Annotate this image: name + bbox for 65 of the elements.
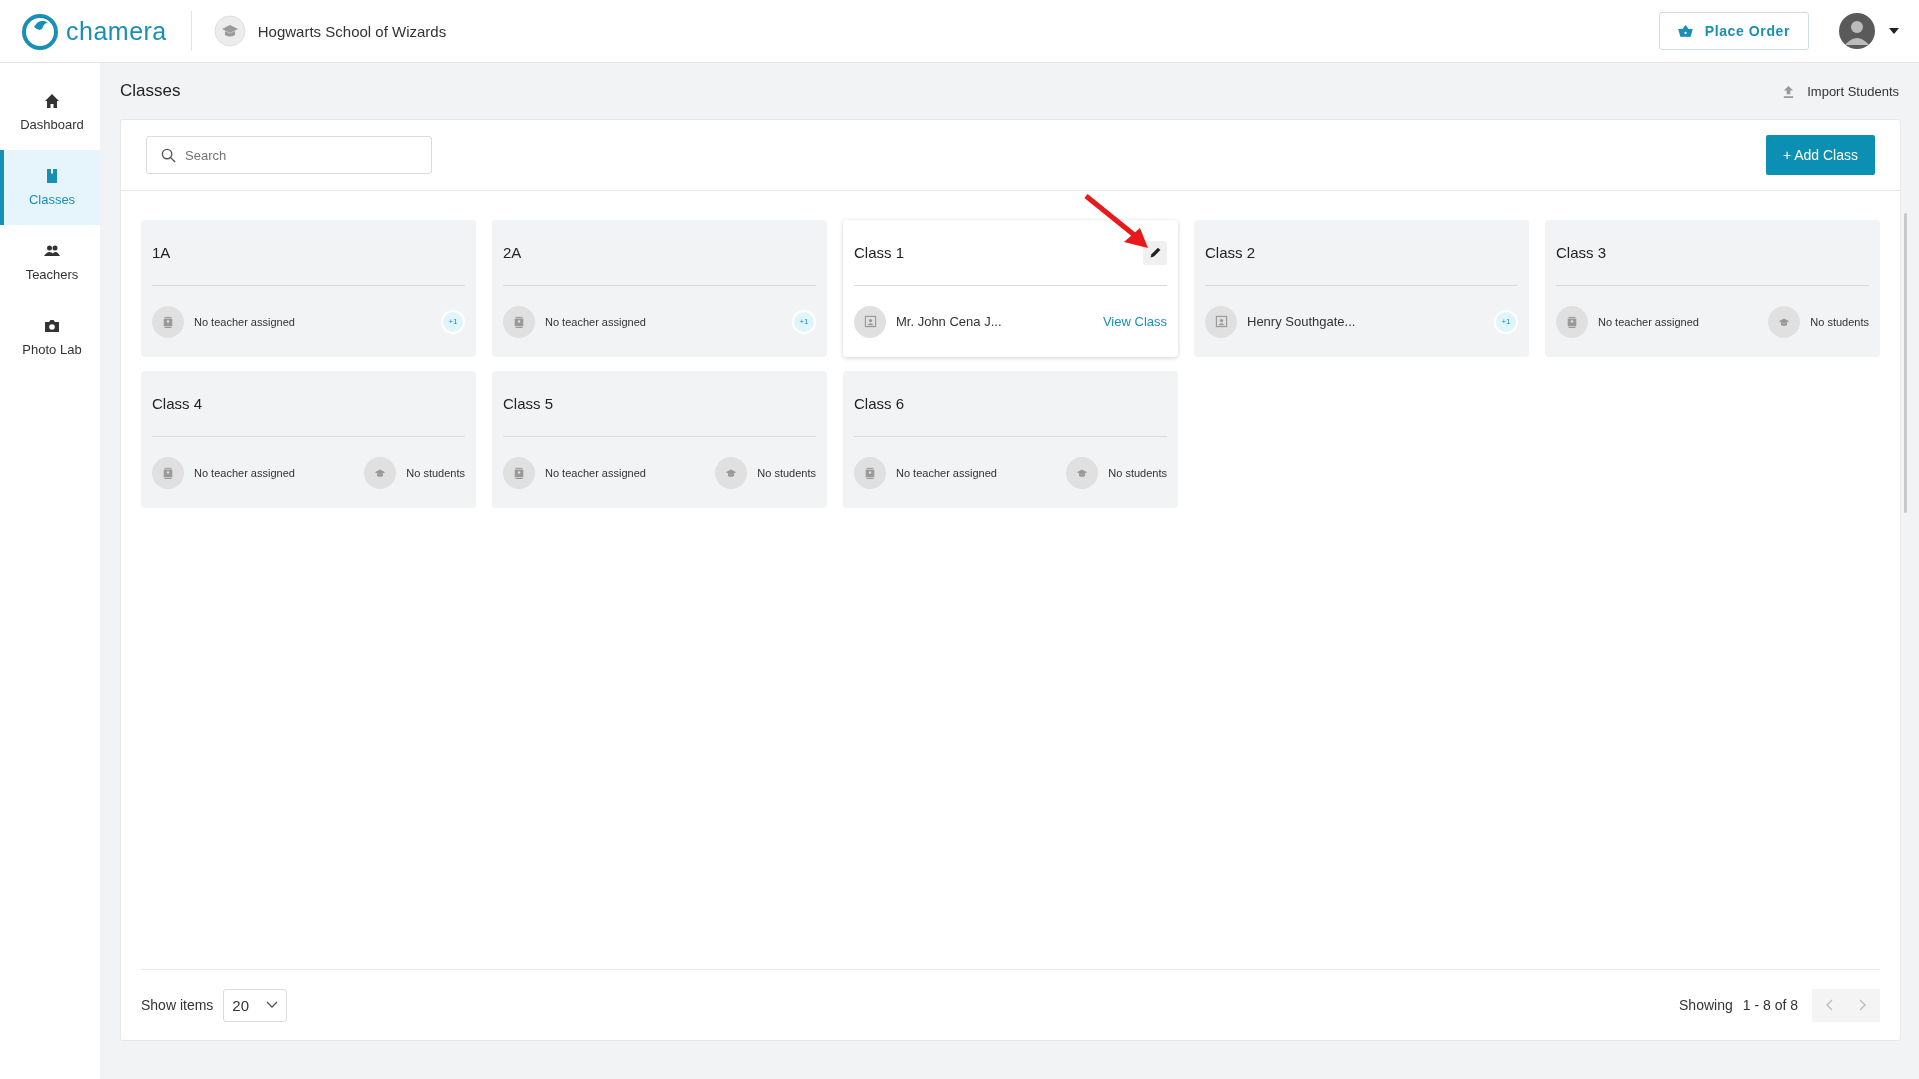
class-card[interactable]: 2A No teacher assigned +1 <box>492 220 827 357</box>
sidebar-item[interactable]: Teachers <box>0 225 100 300</box>
avatar-silhouette[interactable] <box>1839 13 1875 49</box>
class-name: Class 6 <box>854 395 905 412</box>
bird-logo-icon <box>20 11 60 51</box>
search-field[interactable]: Search <box>146 136 432 174</box>
teacher-name: No teacher assigned <box>896 466 997 479</box>
upload-icon <box>1782 84 1796 98</box>
class-card[interactable]: 1A No teacher assigned +1 <box>141 220 476 357</box>
students-status: No students <box>406 466 465 479</box>
class-card[interactable]: Class 2 Henry Southgate... +1 <box>1194 220 1529 357</box>
teacher-name: No teacher assigned <box>545 466 646 479</box>
students-status: No students <box>1810 315 1869 328</box>
place-order-button[interactable]: Place Order <box>1658 12 1809 50</box>
graduation-cap-icon <box>213 15 246 47</box>
students-status: No students <box>757 466 816 479</box>
class-card[interactable]: Class 1 Mr. John Cena J... View Class <box>843 220 1178 357</box>
import-students-link[interactable]: Import Students <box>1782 83 1901 99</box>
home-icon <box>44 93 60 109</box>
graduation-cap-icon <box>1066 456 1099 489</box>
page-title: Classes <box>120 81 181 101</box>
graduation-cap-icon <box>1768 305 1801 338</box>
caret-icon[interactable] <box>1889 28 1899 34</box>
graduation-cap-icon <box>364 456 397 489</box>
add-class-button[interactable]: + Add Class <box>1765 135 1875 175</box>
pencil-icon <box>1148 246 1162 259</box>
scrollbar-thumb[interactable] <box>1904 213 1907 513</box>
search-icon <box>161 148 176 163</box>
show-items-label: Show items <box>141 997 214 1013</box>
class-card[interactable]: Class 6 No teacher assigned No students <box>843 371 1178 508</box>
page-range: 1 - 8 of 8 <box>1742 997 1798 1013</box>
showing-label: Showing <box>1679 997 1733 1013</box>
student-count-badge: +1 <box>441 309 465 334</box>
class-name: Class 2 <box>1205 244 1256 261</box>
brand-name: chamera <box>66 16 167 46</box>
teacher-name: Henry Southgate... <box>1247 314 1356 329</box>
class-name: Class 5 <box>503 395 554 412</box>
class-name: 1A <box>152 244 171 261</box>
class-card[interactable]: Class 4 No teacher assigned No students <box>141 371 476 508</box>
sidebar-item[interactable]: Dashboard <box>0 75 100 150</box>
page-size-select[interactable]: 20 <box>223 988 288 1022</box>
student-count-badge: +1 <box>792 309 816 334</box>
view-class-link[interactable]: View Class <box>1102 314 1167 329</box>
teacher-name: No teacher assigned <box>194 466 295 479</box>
basket-icon <box>1677 23 1693 39</box>
camera-icon <box>44 318 60 334</box>
edit-button[interactable] <box>1143 240 1167 265</box>
teacher-name: Mr. John Cena J... <box>896 314 1002 329</box>
graduation-cap-icon <box>715 456 748 489</box>
class-name: Class 1 <box>854 244 905 261</box>
teacher-name: No teacher assigned <box>545 315 646 328</box>
class-card[interactable]: Class 3 No teacher assigned No students <box>1545 220 1880 357</box>
book-icon <box>44 168 60 184</box>
people-icon <box>44 243 60 259</box>
class-card[interactable]: Class 5 No teacher assigned No students <box>492 371 827 508</box>
chevron-down-icon <box>266 1001 279 1009</box>
class-name: Class 4 <box>152 395 203 412</box>
school-name: Hogwarts School of Wizards <box>257 22 447 40</box>
students-status: No students <box>1108 466 1167 479</box>
student-count-badge: +1 <box>1494 309 1518 334</box>
teacher-name: No teacher assigned <box>1598 315 1699 328</box>
class-name: 2A <box>503 244 522 261</box>
class-name: Class 3 <box>1556 244 1607 261</box>
teacher-name: No teacher assigned <box>194 315 295 328</box>
sidebar-item[interactable]: Photo Lab <box>0 300 100 375</box>
